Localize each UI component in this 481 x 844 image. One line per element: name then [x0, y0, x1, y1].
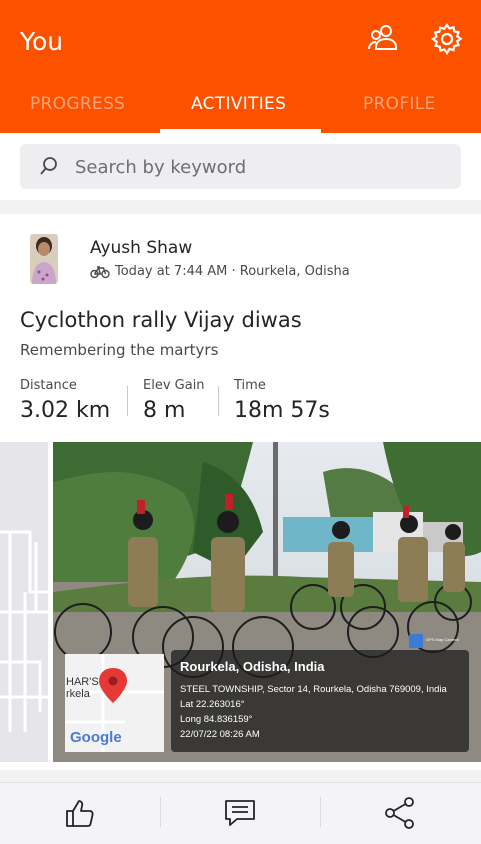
- stat-elev-value: 8 m: [143, 398, 186, 423]
- share-icon[interactable]: [383, 796, 417, 830]
- action-divider: [320, 797, 321, 827]
- gear-icon[interactable]: [430, 22, 464, 56]
- overlay-map-text: HAR'S rkela: [66, 676, 99, 700]
- stat-distance-label: Distance: [20, 378, 77, 393]
- action-divider: [160, 797, 161, 827]
- overlay-place: Rourkela, Odisha, India: [180, 659, 325, 674]
- stat-divider: [218, 386, 219, 416]
- activity-description: Remembering the martyrs: [20, 341, 219, 359]
- tab-progress[interactable]: PROGRESS: [30, 94, 125, 114]
- search-icon: [38, 155, 60, 177]
- stat-elev-label: Elev Gain: [143, 378, 205, 393]
- athlete-name[interactable]: Ayush Shaw: [90, 238, 192, 258]
- overlay-datetime: 22/07/22 08:26 AM: [180, 729, 260, 740]
- route-map-thumbnail[interactable]: [0, 442, 48, 762]
- stat-divider: [127, 386, 128, 416]
- tab-activities[interactable]: ACTIVITIES: [191, 94, 286, 114]
- search-input[interactable]: [75, 153, 445, 181]
- activity-photo[interactable]: [53, 442, 481, 762]
- overlay-long: Long 84.836159°: [180, 714, 253, 725]
- stat-distance-value: 3.02 km: [20, 398, 111, 423]
- activity-meta-text: Today at 7:44 AM · Rourkela, Odisha: [115, 264, 350, 279]
- comment-icon[interactable]: [223, 796, 257, 830]
- overlay-lat: Lat 22.263016°: [180, 699, 245, 710]
- like-icon[interactable]: [63, 796, 97, 830]
- people-icon[interactable]: [366, 22, 400, 56]
- overlay-app-badge: GPS Map Camera: [426, 637, 459, 642]
- activity-meta: Today at 7:44 AM · Rourkela, Odisha: [90, 264, 350, 279]
- activity-title[interactable]: Cyclothon rally Vijay diwas: [20, 308, 302, 332]
- stat-time-value: 18m 57s: [234, 398, 330, 423]
- overlay-map-brand: Google: [70, 729, 122, 746]
- stat-time-label: Time: [234, 378, 266, 393]
- avatar[interactable]: [30, 234, 58, 284]
- tab-profile[interactable]: PROFILE: [363, 94, 436, 114]
- overlay-address: STEEL TOWNSHIP, Sector 14, Rourkela, Odi…: [180, 684, 447, 695]
- bicycle-icon: [90, 265, 110, 278]
- page-title: You: [20, 27, 64, 56]
